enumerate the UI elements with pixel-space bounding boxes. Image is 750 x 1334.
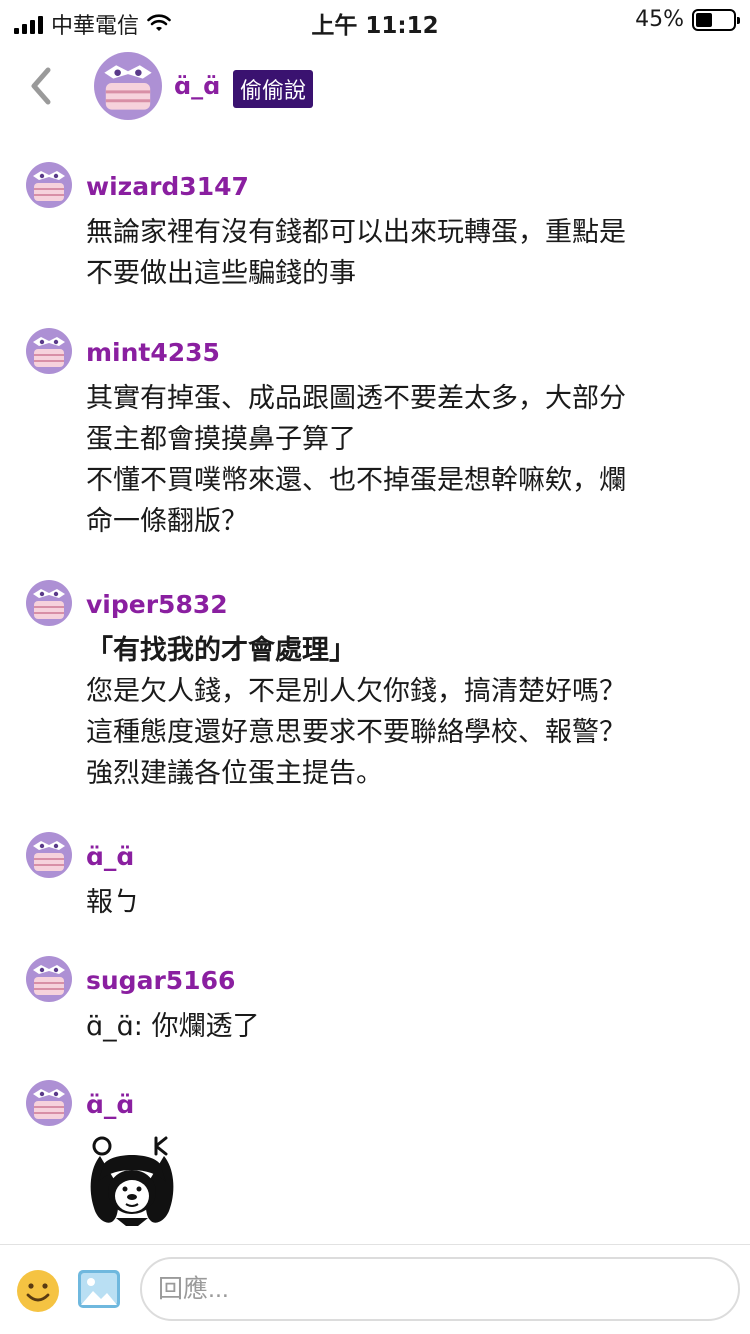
comment-text: 其實有掉蛋、成品跟圖透不要差太多，大部分 蛋主都會摸摸鼻子算了 不懂不買噗幣來還… — [86, 378, 626, 542]
ok-sticker-image[interactable] — [86, 1134, 178, 1230]
comment-text: 無論家裡有沒有錢都可以出來玩轉蛋，重點是 不要做出這些騙錢的事 — [86, 212, 626, 294]
comment-line: 不懂不買噗幣來還、也不掉蛋是想幹嘛欸，爛 — [86, 465, 626, 496]
op-avatar[interactable] — [94, 52, 162, 120]
anonymous-tag: 偷偷說 — [233, 70, 314, 108]
user-avatar[interactable] — [26, 956, 72, 1002]
comment-text: ɑ̈_ɑ̈: 你爛透了 — [86, 1006, 259, 1047]
comment-username[interactable]: wizard3147 — [86, 156, 626, 202]
comment-username[interactable]: ɑ̈_ɑ̈ — [86, 826, 140, 872]
comment-username[interactable]: mint4235 — [86, 322, 626, 368]
comment-line: 其實有掉蛋、成品跟圖透不要差太多，大部分 — [86, 383, 626, 414]
reply-input[interactable] — [140, 1257, 740, 1321]
image-icon[interactable] — [77, 1269, 121, 1309]
comment-line: 蛋主都會摸摸鼻子算了 — [86, 424, 356, 455]
comment-username[interactable]: sugar5166 — [86, 950, 259, 996]
comment-item: viper5832 「有找我的才會處理」 您是欠人錢，不是別人欠你錢，搞清楚好嗎… — [0, 574, 666, 794]
comment-line: 「有找我的才會處理」 — [86, 635, 356, 666]
status-bar: 中華電信 上午 11:12 45% — [0, 0, 750, 42]
comment-line: 無論家裡有沒有錢都可以出來玩轉蛋，重點是 — [86, 217, 626, 248]
comment-line: 報ㄅ — [86, 887, 140, 918]
comment-line: 您是欠人錢，不是別人欠你錢，搞清楚好嗎？ — [86, 676, 626, 707]
user-avatar[interactable] — [26, 1080, 72, 1126]
comment-line: 不要做出這些騙錢的事 — [86, 258, 356, 289]
user-avatar[interactable] — [26, 328, 72, 374]
comment-text: 「有找我的才會處理」 您是欠人錢，不是別人欠你錢，搞清楚好嗎？ 這種態度還好意思… — [86, 630, 626, 794]
thread-header: ɑ̈_ɑ̈ 偷偷說 — [0, 48, 750, 128]
comment-line: 強烈建議各位蛋主提告。 — [86, 758, 383, 789]
user-avatar[interactable] — [26, 580, 72, 626]
comment-text: 報ㄅ — [86, 882, 140, 923]
comment-username[interactable]: ɑ̈_ɑ̈ — [86, 1074, 178, 1120]
op-username[interactable]: ɑ̈_ɑ̈ — [174, 72, 220, 100]
comment-item: sugar5166 ɑ̈_ɑ̈: 你爛透了 — [0, 950, 299, 1047]
status-right: 45% — [635, 7, 740, 32]
user-avatar[interactable] — [26, 832, 72, 878]
smiley-icon[interactable] — [16, 1269, 60, 1313]
comment-item: mint4235 其實有掉蛋、成品跟圖透不要差太多，大部分 蛋主都會摸摸鼻子算了… — [0, 322, 666, 542]
chevron-left-icon[interactable] — [26, 66, 56, 106]
comment-line: 這種態度還好意思要求不要聯絡學校、報警？ — [86, 717, 626, 748]
user-avatar[interactable] — [26, 162, 72, 208]
reply-bar — [0, 1244, 750, 1334]
battery-percent: 45% — [635, 7, 684, 32]
comment-username[interactable]: viper5832 — [86, 574, 626, 620]
comment-item: ɑ̈_ɑ̈ — [0, 1074, 218, 1234]
battery-icon — [692, 8, 740, 31]
comment-item: ɑ̈_ɑ̈ 報ㄅ — [0, 826, 180, 923]
comment-item: wizard3147 無論家裡有沒有錢都可以出來玩轉蛋，重點是 不要做出這些騙錢… — [0, 156, 666, 294]
comment-line: 命一條翻版？ — [86, 506, 248, 537]
comment-line: ɑ̈_ɑ̈: 你爛透了 — [86, 1011, 260, 1042]
